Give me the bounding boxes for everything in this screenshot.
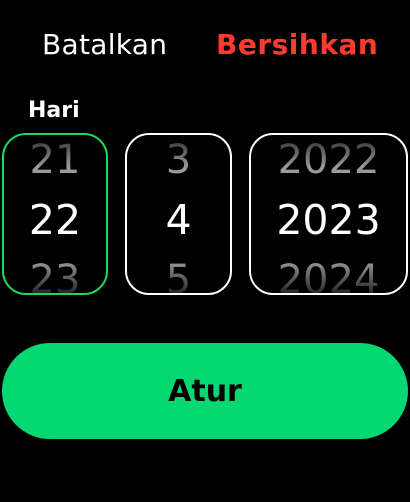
set-button[interactable]: Atur [2,343,408,439]
year-selected-value: 2023 [276,196,381,244]
day-selected-value: 22 [28,196,82,244]
wheel-fade-bottom [251,261,406,293]
cancel-button[interactable]: Batalkan [42,28,167,62]
focused-column-label: Hari [28,98,80,123]
month-selected-value: 4 [165,196,192,244]
day-picker-wheel[interactable]: 21 22 23 [2,133,108,295]
month-picker-wheel[interactable]: 3 4 5 [125,133,232,295]
wheel-fade-top [251,135,406,167]
wheel-fade-top [127,135,230,167]
year-picker-wheel[interactable]: 2022 2023 2024 [249,133,408,295]
wheel-fade-bottom [4,261,106,293]
wheel-fade-top [4,135,106,167]
clear-button[interactable]: Bersihkan [216,28,378,62]
wheel-fade-bottom [127,261,230,293]
